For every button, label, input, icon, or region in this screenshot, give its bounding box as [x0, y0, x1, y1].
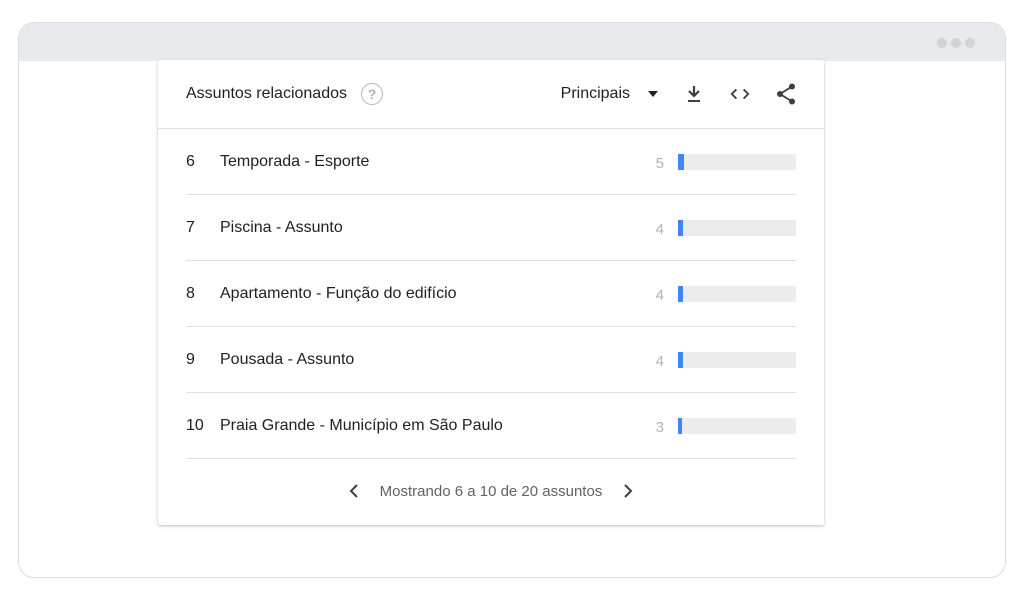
item-bar-track [678, 219, 796, 236]
window-dot-3[interactable] [965, 38, 975, 48]
related-topics-card: Assuntos relacionados ? Principais 6 Tem… [158, 60, 824, 525]
item-label[interactable]: Praia Grande - Município em São Paulo [220, 417, 634, 435]
sort-dropdown[interactable]: Principais [561, 85, 658, 103]
download-icon[interactable] [684, 84, 704, 104]
card-title: Assuntos relacionados [186, 85, 347, 102]
chevron-left-icon[interactable] [342, 479, 366, 503]
item-bar-track [678, 285, 796, 302]
item-label[interactable]: Piscina - Assunto [220, 219, 634, 237]
item-rank: 6 [186, 152, 195, 170]
card-header: Assuntos relacionados ? Principais [158, 60, 824, 129]
pagination-status: Mostrando 6 a 10 de 20 assuntos [379, 482, 603, 500]
item-rank: 7 [186, 218, 195, 236]
item-value: 4 [655, 221, 664, 238]
list-item[interactable]: 8 Apartamento - Função do edifício 4 [186, 261, 796, 327]
item-value: 4 [655, 353, 664, 370]
dropdown-caret-icon [648, 91, 658, 97]
window-dot-1[interactable] [937, 38, 947, 48]
window-dot-2[interactable] [951, 38, 961, 48]
item-label[interactable]: Apartamento - Função do edifício [220, 285, 634, 303]
item-rank: 10 [186, 416, 204, 434]
item-value: 5 [655, 155, 664, 172]
item-value: 4 [655, 287, 664, 304]
embed-code-icon[interactable] [730, 84, 750, 104]
list-item[interactable]: 10 Praia Grande - Município em São Paulo… [186, 393, 796, 459]
list-item[interactable]: 9 Pousada - Assunto 4 [186, 327, 796, 393]
item-bar-fill [678, 417, 682, 434]
item-bar-track [678, 153, 796, 170]
pagination: Mostrando 6 a 10 de 20 assuntos [158, 459, 824, 523]
item-label[interactable]: Temporada - Esporte [220, 153, 634, 171]
item-bar-fill [678, 219, 683, 236]
window-controls [937, 38, 975, 48]
browser-title-bar [19, 23, 1005, 61]
help-icon[interactable]: ? [360, 83, 383, 105]
item-label[interactable]: Pousada - Assunto [220, 351, 634, 369]
item-bar-fill [678, 285, 683, 302]
item-bar-fill [678, 153, 684, 170]
item-bar-track [678, 417, 796, 434]
item-value: 3 [655, 419, 664, 436]
item-bar-fill [678, 351, 683, 368]
item-rank: 9 [186, 350, 195, 368]
share-icon[interactable] [776, 83, 796, 105]
item-rank: 8 [186, 284, 195, 302]
list-item[interactable]: 6 Temporada - Esporte 5 [186, 129, 796, 195]
item-bar-track [678, 351, 796, 368]
chevron-right-icon[interactable] [616, 479, 640, 503]
sort-dropdown-label: Principais [560, 85, 630, 102]
topics-list: 6 Temporada - Esporte 5 7 Piscina - Assu… [158, 129, 824, 459]
list-item[interactable]: 7 Piscina - Assunto 4 [186, 195, 796, 261]
